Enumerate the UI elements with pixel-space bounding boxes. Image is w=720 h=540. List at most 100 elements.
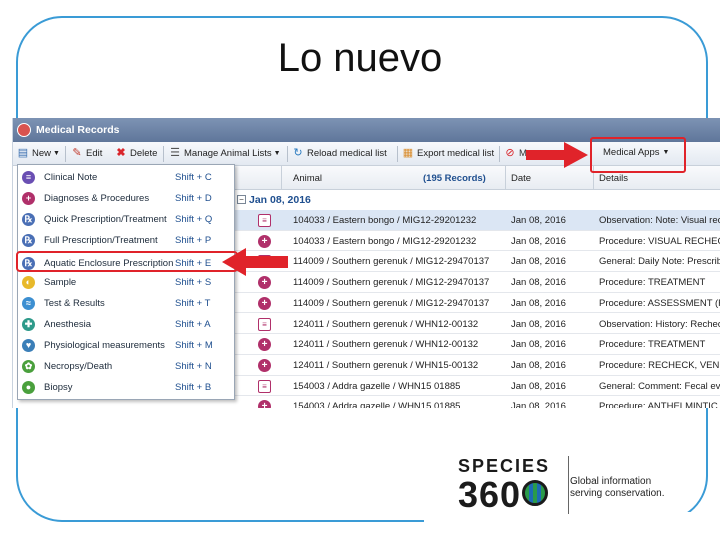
menu-item-label: Necropsy/Death bbox=[44, 361, 113, 372]
row-animal: 114009 / Southern gerenuk / MIG12-294701… bbox=[293, 256, 490, 268]
menu-item-test-results[interactable]: ≈ Test & Results Shift + T bbox=[18, 293, 234, 314]
procedure-icon: + bbox=[258, 358, 271, 372]
col-animal[interactable]: Animal bbox=[293, 173, 322, 184]
menu-item-label: Diagnoses & Procedures bbox=[44, 193, 150, 204]
stop-button[interactable]: ⊘ M bbox=[504, 147, 527, 159]
export-label: Export medical list bbox=[417, 147, 495, 159]
menu-item-anesthesia[interactable]: ✚ Anesthesia Shift + A bbox=[18, 314, 234, 335]
menu-item-shortcut: Shift + P bbox=[175, 235, 212, 246]
group-row[interactable]: − Jan 08, 2016 bbox=[235, 190, 720, 210]
toolbar-separator bbox=[499, 146, 500, 162]
table-row[interactable]: ≡ 104033 / Eastern bongo / MIG12-29201232… bbox=[235, 210, 720, 231]
menu-item-label: Sample bbox=[44, 277, 77, 288]
manage-animal-lists-button[interactable]: ☰ Manage Animal Lists ▼ bbox=[169, 147, 281, 159]
procedure-icon: + bbox=[258, 276, 271, 290]
row-date: Jan 08, 2016 bbox=[511, 401, 566, 408]
menu-item-shortcut: Shift + D bbox=[175, 193, 212, 204]
menu-item-shortcut: Shift + M bbox=[175, 340, 213, 351]
table-row[interactable]: ≡114009 / Southern gerenuk / MIG12-29470… bbox=[235, 251, 720, 273]
col-details[interactable]: Details bbox=[599, 173, 628, 184]
menu-item-label: Anesthesia bbox=[44, 319, 92, 330]
menu-item-biopsy[interactable]: ● Biopsy Shift + B bbox=[18, 377, 234, 398]
observation-icon: ≡ bbox=[258, 317, 271, 331]
row-details: Procedure: ANTHELMINTIC TR bbox=[599, 401, 720, 408]
procedure-icon: + bbox=[258, 296, 271, 310]
menu-item-aquatic-enclosure-prescription[interactable]: ℞ Aquatic Enclosure Prescription Shift + E bbox=[16, 251, 238, 272]
row-date: Jan 08, 2016 bbox=[511, 318, 566, 330]
menu-item-shortcut: Shift + S bbox=[175, 277, 212, 288]
menu-item-sample[interactable]: ◐ Sample Shift + S bbox=[18, 272, 234, 293]
menu-item-icon: ✿ bbox=[22, 360, 35, 373]
toolbar-separator bbox=[163, 146, 164, 162]
menu-item-physiological-measurements[interactable]: ♥ Physiological measurements Shift + M bbox=[18, 335, 234, 356]
arrow-right-icon bbox=[526, 142, 588, 168]
group-label: Jan 08, 2016 bbox=[249, 194, 311, 206]
row-details: Observation: Note: Visual reche bbox=[599, 215, 720, 226]
menu-item-icon: ℞ bbox=[22, 257, 35, 270]
menu-item-label: Aquatic Enclosure Prescription bbox=[44, 258, 174, 269]
column-separator bbox=[505, 166, 506, 190]
window-title: Medical Records bbox=[36, 124, 120, 136]
table-row[interactable]: +154003 / Addra gazelle / WHN15 01885 Jan… bbox=[235, 396, 720, 408]
slide-title: Lo nuevo bbox=[277, 36, 443, 80]
menu-item-label: Biopsy bbox=[44, 382, 73, 393]
row-details: Procedure: TREATMENT bbox=[599, 339, 706, 351]
row-details: Observation: History: Recheck bbox=[599, 318, 720, 330]
export-icon: ▦ bbox=[402, 147, 414, 159]
menu-item-shortcut: Shift + C bbox=[175, 172, 212, 183]
table-row[interactable]: +124011 / Southern gerenuk / WHN15-00132… bbox=[235, 355, 720, 376]
records-grid: Animal (195 Records) Date Details − Jan … bbox=[235, 166, 720, 408]
menu-item-icon: + bbox=[22, 192, 35, 205]
chevron-down-icon: ▼ bbox=[273, 149, 281, 157]
reload-button[interactable]: ↻ Reload medical list bbox=[292, 147, 386, 159]
list-icon: ☰ bbox=[170, 147, 180, 159]
table-row[interactable]: +124011 / Southern gerenuk / WHN12-00132… bbox=[235, 334, 720, 355]
row-date: Jan 08, 2016 bbox=[511, 215, 566, 226]
col-date[interactable]: Date bbox=[511, 173, 531, 184]
menu-item-label: Clinical Note bbox=[44, 172, 98, 183]
row-animal: 154003 / Addra gazelle / WHN15 01885 bbox=[293, 401, 461, 408]
menu-item-quick-prescription-treatment[interactable]: ℞ Quick Prescription/Treatment Shift + Q bbox=[18, 209, 234, 230]
logo-360: 360 bbox=[458, 474, 522, 515]
menu-item-icon: ♥ bbox=[22, 339, 35, 352]
row-date: Jan 08, 2016 bbox=[511, 256, 566, 268]
menu-item-clinical-note[interactable]: ≡ Clinical Note Shift + C bbox=[18, 167, 234, 188]
row-animal: 124011 / Southern gerenuk / WHN12-00132 bbox=[293, 318, 479, 330]
table-row[interactable]: +114009 / Southern gerenuk / MIG12-29470… bbox=[235, 293, 720, 314]
menu-item-label: Quick Prescription/Treatment bbox=[44, 214, 167, 225]
row-animal: 154003 / Addra gazelle / WHN15 01885 bbox=[293, 380, 461, 392]
new-button[interactable]: ▤ New ▼ bbox=[17, 147, 60, 159]
row-animal: 104033 / Eastern bongo / MIG12-29201232 bbox=[293, 235, 477, 247]
collapse-icon[interactable]: − bbox=[237, 195, 246, 204]
delete-button[interactable]: ✖ Delete bbox=[115, 147, 157, 159]
manage-lists-label: Manage Animal Lists bbox=[184, 147, 272, 159]
edit-button-label: Edit bbox=[86, 147, 103, 159]
menu-item-shortcut: Shift + E bbox=[175, 258, 212, 269]
table-row[interactable]: +104033 / Eastern bongo / MIG12-29201232… bbox=[235, 231, 720, 252]
row-animal: 114009 / Southern gerenuk / MIG12-294701… bbox=[293, 297, 490, 309]
row-date: Jan 08, 2016 bbox=[511, 359, 566, 371]
row-details: General: Comment: Fecal evalu bbox=[599, 380, 720, 392]
observation-icon: ≡ bbox=[258, 214, 271, 227]
table-row[interactable]: ≡ 124011 / Southern gerenuk / WHN12-00132… bbox=[235, 314, 720, 335]
menu-item-icon: ℞ bbox=[22, 213, 35, 226]
observation-icon: ≡ bbox=[258, 379, 271, 393]
menu-item-full-prescription-treatment[interactable]: ℞ Full Prescription/Treatment Shift + P bbox=[18, 230, 234, 251]
arrow-left-icon bbox=[222, 248, 288, 276]
menu-item-diagnoses-procedures[interactable]: + Diagnoses & Procedures Shift + D bbox=[18, 188, 234, 209]
chevron-down-icon: ▼ bbox=[53, 149, 60, 157]
logo-tagline-line2: serving conservation. bbox=[570, 488, 665, 499]
logo-tagline-line1: Global information bbox=[570, 476, 652, 487]
table-row[interactable]: ≡ 154003 / Addra gazelle / WHN15 01885 Jan… bbox=[235, 376, 720, 397]
row-date: Jan 08, 2016 bbox=[511, 235, 566, 247]
table-row[interactable]: +114009 / Southern gerenuk / MIG12-29470… bbox=[235, 272, 720, 293]
menu-item-necropsy-death[interactable]: ✿ Necropsy/Death Shift + N bbox=[18, 356, 234, 377]
menu-item-icon: ℞ bbox=[22, 234, 35, 247]
row-details: Procedure: TREATMENT bbox=[599, 277, 706, 289]
edit-button[interactable]: ✎ Edit bbox=[71, 147, 102, 159]
row-animal: 104033 / Eastern bongo / MIG12-29201232 bbox=[293, 215, 477, 226]
stop-icon: ⊘ bbox=[505, 147, 515, 159]
export-button[interactable]: ▦ Export medical list bbox=[402, 147, 494, 159]
menu-item-shortcut: Shift + A bbox=[175, 319, 211, 330]
menu-item-shortcut: Shift + Q bbox=[175, 214, 213, 225]
